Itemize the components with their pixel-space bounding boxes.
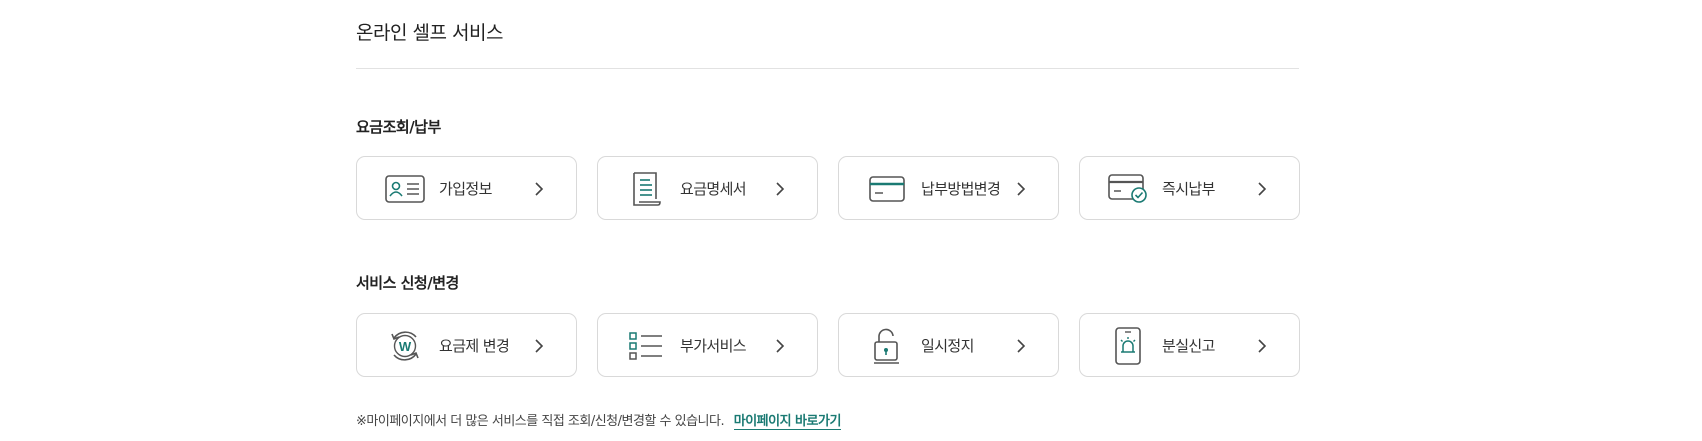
card-label: 가입정보: [439, 180, 492, 198]
card-label: 부가서비스: [680, 337, 747, 355]
page-title: 온라인 셀프 서비스: [356, 22, 503, 44]
card-additional-services[interactable]: 부가서비스: [597, 313, 818, 377]
card-plan-change[interactable]: W 요금제 변경: [356, 313, 577, 377]
card-label: 분실신고: [1162, 337, 1215, 355]
card-payment-method-change[interactable]: 납부방법변경: [838, 156, 1059, 220]
card-bill-statement[interactable]: 요금명세서: [597, 156, 818, 220]
card-check-icon: [1107, 171, 1149, 207]
chevron-right-icon: [1017, 182, 1026, 196]
chevron-right-icon: [776, 339, 785, 353]
service-card-grid: W 요금제 변경 부가서비스 일시정지 분실신고: [356, 313, 1300, 377]
notice-message: ※마이페이지에서 더 많은 서비스를 직접 조회/신청/변경할 수 있습니다.: [356, 414, 725, 429]
credit-card-icon: [866, 171, 908, 207]
notice-text: ※마이페이지에서 더 많은 서비스를 직접 조회/신청/변경할 수 있습니다. …: [356, 410, 841, 430]
chevron-right-icon: [1017, 339, 1026, 353]
billing-card-grid: 가입정보 요금명세서 납부방법변경 즉시납부: [356, 156, 1300, 220]
card-label: 요금명세서: [680, 180, 747, 198]
chevron-right-icon: [535, 182, 544, 196]
unlock-icon: [866, 328, 908, 364]
plan-change-icon: W: [384, 328, 426, 364]
card-temporary-suspension[interactable]: 일시정지: [838, 313, 1059, 377]
card-instant-payment[interactable]: 즉시납부: [1079, 156, 1300, 220]
section-title-billing: 요금조회/납부: [356, 118, 441, 136]
card-loss-report[interactable]: 분실신고: [1079, 313, 1300, 377]
card-subscription-info[interactable]: 가입정보: [356, 156, 577, 220]
checklist-icon: [625, 328, 667, 364]
chevron-right-icon: [776, 182, 785, 196]
card-label: 즉시납부: [1162, 180, 1215, 198]
card-label: 요금제 변경: [439, 337, 510, 355]
chevron-right-icon: [535, 339, 544, 353]
bill-document-icon: [625, 171, 667, 207]
section-title-service: 서비스 신청/변경: [356, 274, 459, 292]
card-label: 일시정지: [921, 337, 974, 355]
phone-alarm-icon: [1107, 327, 1149, 365]
chevron-right-icon: [1258, 182, 1267, 196]
id-card-icon: [384, 171, 426, 207]
card-label: 납부방법변경: [921, 180, 1001, 198]
svg-text:W: W: [399, 339, 412, 354]
chevron-right-icon: [1258, 339, 1267, 353]
divider: [356, 68, 1299, 69]
mypage-link[interactable]: 마이페이지 바로가기: [733, 414, 841, 430]
